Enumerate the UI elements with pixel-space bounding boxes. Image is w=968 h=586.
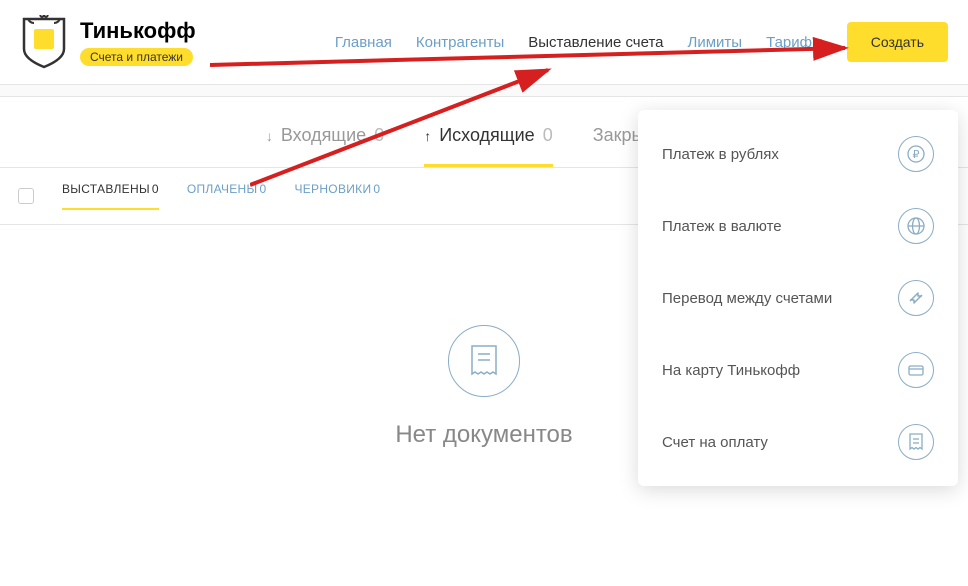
subtab-drafts[interactable]: ЧЕРНОВИКИ0 [294, 182, 380, 210]
card-icon [898, 352, 934, 388]
subtab-issued-label: ВЫСТАВЛЕНЫ [62, 182, 150, 196]
dropdown-label: Платеж в валюте [662, 218, 782, 235]
subtab-drafts-count: 0 [373, 182, 380, 196]
nav-counterparties[interactable]: Контрагенты [416, 34, 504, 51]
logo-shield-icon [20, 15, 68, 69]
subtab-issued[interactable]: ВЫСТАВЛЕНЫ0 [62, 182, 159, 210]
nav-main[interactable]: Главная [335, 34, 392, 51]
select-all-checkbox[interactable] [18, 188, 34, 204]
dropdown-invoice[interactable]: Счет на оплату [638, 406, 958, 478]
tab-incoming[interactable]: ↓ Входящие 0 [266, 125, 384, 167]
dropdown-label: Перевод между счетами [662, 290, 832, 307]
logo-badge: Счета и платежи [80, 48, 193, 66]
header: Тинькофф Счета и платежи Главная Контраг… [0, 0, 968, 85]
subheader-strip [0, 85, 968, 97]
dropdown-label: Платеж в рублях [662, 146, 779, 163]
main-nav: Главная Контрагенты Выставление счета Ли… [335, 22, 948, 62]
globe-icon [898, 208, 934, 244]
tab-outgoing[interactable]: ↑ Исходящие 0 [424, 125, 553, 167]
nav-limits[interactable]: Лимиты [688, 34, 743, 51]
nav-invoicing[interactable]: Выставление счета [528, 34, 663, 51]
arrow-down-icon: ↓ [266, 128, 273, 144]
create-button[interactable]: Создать [847, 22, 948, 62]
transfer-icon [898, 280, 934, 316]
svg-text:₽: ₽ [913, 149, 920, 161]
receipt-small-icon [898, 424, 934, 460]
subtab-issued-count: 0 [152, 182, 159, 196]
dropdown-label: Счет на оплату [662, 434, 768, 451]
subtab-paid-label: ОПЛАЧЕНЫ [187, 182, 258, 196]
nav-tariffs[interactable]: Тарифы [766, 34, 823, 51]
dropdown-transfer[interactable]: Перевод между счетами [638, 262, 958, 334]
tab-incoming-count: 0 [374, 125, 384, 146]
tab-outgoing-label: Исходящие [439, 125, 534, 146]
subtab-drafts-label: ЧЕРНОВИКИ [294, 182, 371, 196]
logo-block: Тинькофф Счета и платежи [20, 15, 196, 69]
receipt-icon [470, 344, 498, 378]
logo-text-block: Тинькофф Счета и платежи [80, 18, 196, 66]
dropdown-label: На карту Тинькофф [662, 362, 800, 379]
dropdown-payment-currency[interactable]: Платеж в валюте [638, 190, 958, 262]
subtab-paid[interactable]: ОПЛАЧЕНЫ0 [187, 182, 267, 210]
tab-outgoing-count: 0 [543, 125, 553, 146]
logo-title: Тинькофф [80, 18, 196, 44]
empty-icon-circle [448, 325, 520, 397]
subtab-paid-count: 0 [259, 182, 266, 196]
dropdown-to-card[interactable]: На карту Тинькофф [638, 334, 958, 406]
arrow-up-icon: ↑ [424, 128, 431, 144]
tab-incoming-label: Входящие [281, 125, 366, 146]
ruble-icon: ₽ [898, 136, 934, 172]
create-dropdown: Платеж в рублях ₽ Платеж в валюте Перево… [638, 110, 958, 486]
empty-title: Нет документов [395, 421, 572, 449]
dropdown-payment-rub[interactable]: Платеж в рублях ₽ [638, 118, 958, 190]
